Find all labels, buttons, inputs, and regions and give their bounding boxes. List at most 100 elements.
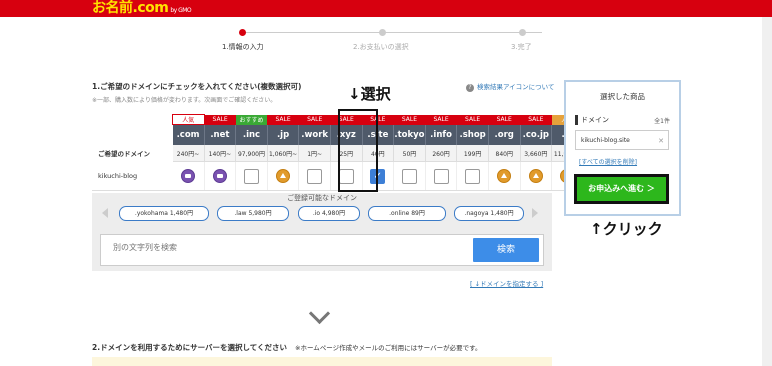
price-cell: 1円~ [298,145,331,162]
scrollbar[interactable] [762,17,772,366]
tld-cell: .jp [267,124,300,145]
available-title: ご登録可能なドメイン [287,194,357,202]
step-dot-3 [519,29,526,36]
icon-help-link-text: 検索結果アイコンについて [477,83,555,91]
question-icon: ? [466,84,474,92]
price-cell: 840円 [488,145,521,162]
price-cell: 3,660円 [520,145,553,162]
check-cell [298,161,331,191]
price-row-label: ご希望のドメイン [92,145,173,162]
progress-line [242,32,542,33]
step-label-3: 3.完了 [511,43,532,51]
warning-icon [497,169,512,183]
section1-note: ※一部、購入数により価格が変わります。次画面でご確認ください。 [92,97,277,104]
step-dot-2 [379,29,386,36]
logo-text: お名前.com [92,0,169,16]
carousel-prev-icon[interactable] [102,208,108,218]
carousel-next-icon[interactable] [532,208,538,218]
check-cell [425,161,458,191]
check-cell [520,161,553,191]
server-strip [92,357,552,366]
selected-products-panel: 選択した商品 ドメイン 全1件 kikuchi-blog.site ✕ [すべて… [564,80,681,216]
taken-icon [181,169,196,183]
domain-checkbox[interactable] [307,168,323,184]
badge-cell: SALE [456,114,489,125]
search-button[interactable]: 検索 [473,238,539,262]
query-label: kikuchi-blog [92,161,173,191]
select-annotation: ↓選択 [348,85,391,103]
selected-item-text: kikuchi-blog.site [581,137,630,144]
section2-note: ※ホームページ作成やメールのご利用にはサーバーが必要です。 [295,344,482,352]
price-cell: 199円 [456,145,489,162]
tld-cell: .tokyo [393,124,426,145]
warning-icon [528,169,543,183]
apply-button[interactable]: お申込みへ進む ＞ [574,174,669,204]
section2-title-text: 2.ドメインを利用するためにサーバーを選択してください [92,343,288,352]
click-annotation: ↑クリック [590,220,663,238]
selected-item: kikuchi-blog.site ✕ [575,130,669,150]
section1-title: 1.ご希望のドメインにチェックを入れてください(複数選択可) [92,82,302,91]
badge-cell: SALE [520,114,552,125]
icon-help-link[interactable]: ? 検索結果アイコンについて [466,81,554,92]
tld-cell: .com [172,124,205,145]
step-label-1: 1.情報の入力 [222,43,264,51]
suggest-pill[interactable]: .law 5,980円 [217,206,289,221]
domain-checkbox[interactable] [433,168,449,184]
suggest-pill[interactable]: .nagoya 1,480円 [454,206,524,221]
badge-cell: SALE [298,114,331,125]
check-cell [204,161,237,191]
step-dot-1 [239,29,246,36]
tld-cell: .co.jp [520,124,553,145]
tld-cell: .org [488,124,521,145]
clear-all-link[interactable]: [すべての選択を削除] [579,157,637,166]
badge-cell: SALE [393,114,426,125]
badge-cell: おすすめ [235,114,268,125]
sidebar-count: 全1件 [654,118,670,125]
check-cell [267,161,300,191]
selected-title: 選択した商品 [600,92,645,101]
tld-cell: .net [204,124,237,145]
tld-cell: .inc [235,124,268,145]
section2-title: 2.ドメインを利用するためにサーバーを選択してください ※ホームページ作成やメール… [92,342,481,353]
tld-cell: .shop [456,124,489,145]
badge-cell: 人気 [172,114,205,125]
tld-cell: .work [298,124,331,145]
check-cell [456,161,489,191]
price-cell: 240円~ [172,145,205,162]
step-label-2: 2.お支払いの選択 [353,43,409,51]
taken-icon [212,169,227,183]
domain-checkbox[interactable] [243,168,259,184]
sidebar-domain-label: ドメイン [575,115,609,125]
available-domains-panel: ご登録可能なドメイン .yokohama 1,480円 .law 5,980円 … [92,193,552,271]
check-cell [172,161,205,191]
check-cell [393,161,426,191]
price-cell: 50円 [393,145,426,162]
onamae-logo[interactable]: お名前.com by GMO [92,0,192,17]
top-bar: お名前.com by GMO [0,0,772,17]
suggest-pill[interactable]: .yokohama 1,480円 [119,206,209,221]
check-cell [235,161,268,191]
badge-cell: SALE [488,114,521,125]
price-cell: 140円~ [204,145,237,162]
domain-checkbox[interactable] [465,168,481,184]
specify-domain-link[interactable]: [ ↓ドメインを指定する ] [470,278,543,288]
price-cell: 1,060円~ [267,145,300,162]
badge-cell: SALE [204,114,236,125]
badge-cell: SALE [425,114,457,125]
domain-checkbox[interactable] [401,168,417,184]
check-cell [488,161,521,191]
tld-cell: .info [425,124,458,145]
warning-icon [276,169,291,183]
remove-icon[interactable]: ✕ [658,131,664,151]
badge-cell: SALE [267,114,299,125]
logo-sub: by GMO [170,7,192,14]
suggest-pill[interactable]: .io 4,980円 [298,206,360,221]
chevron-down-icon [308,302,331,325]
price-cell: 97,900円 [235,145,268,162]
search-box: 検索 [100,234,544,266]
price-cell: 260円 [425,145,458,162]
highlight-frame [338,109,378,192]
search-input[interactable] [111,242,465,253]
progress-steps: 1.情報の入力 2.お支払いの選択 3.完了 [200,28,560,58]
suggest-pill[interactable]: .online 89円 [368,206,446,221]
